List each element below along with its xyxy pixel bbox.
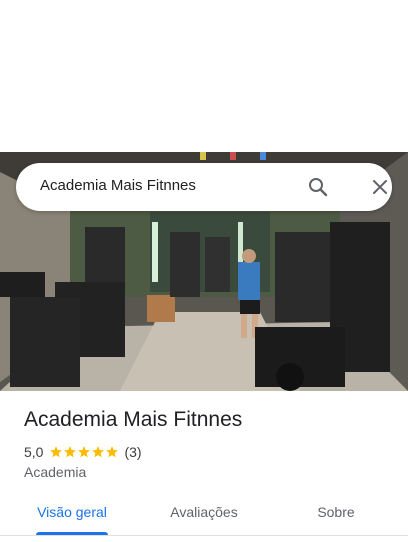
rating-value: 5,0 bbox=[24, 444, 44, 460]
place-category[interactable]: Academia bbox=[24, 464, 86, 480]
tab-overview[interactable]: Visão geral bbox=[28, 504, 116, 534]
star-icon bbox=[92, 446, 105, 458]
search-bar[interactable]: Academia Mais Fitnnes bbox=[16, 163, 392, 211]
tab-divider bbox=[0, 535, 408, 536]
star-icon bbox=[78, 446, 91, 458]
rating-row[interactable]: 5,0 (3) bbox=[24, 443, 142, 461]
star-icon bbox=[106, 446, 119, 458]
star-icon bbox=[50, 446, 63, 458]
star-icon bbox=[64, 446, 77, 458]
map-blank-area bbox=[0, 0, 408, 152]
place-tabs: Visão geral Avaliações Sobre bbox=[0, 496, 408, 542]
search-icon[interactable] bbox=[306, 175, 330, 199]
close-icon[interactable] bbox=[368, 175, 392, 199]
tab-about[interactable]: Sobre bbox=[292, 504, 380, 534]
star-rating bbox=[49, 445, 119, 459]
review-count[interactable]: (3) bbox=[124, 444, 141, 460]
search-input[interactable]: Academia Mais Fitnnes bbox=[40, 177, 196, 194]
tab-reviews[interactable]: Avaliações bbox=[160, 504, 248, 534]
place-title: Academia Mais Fitnnes bbox=[24, 408, 243, 431]
